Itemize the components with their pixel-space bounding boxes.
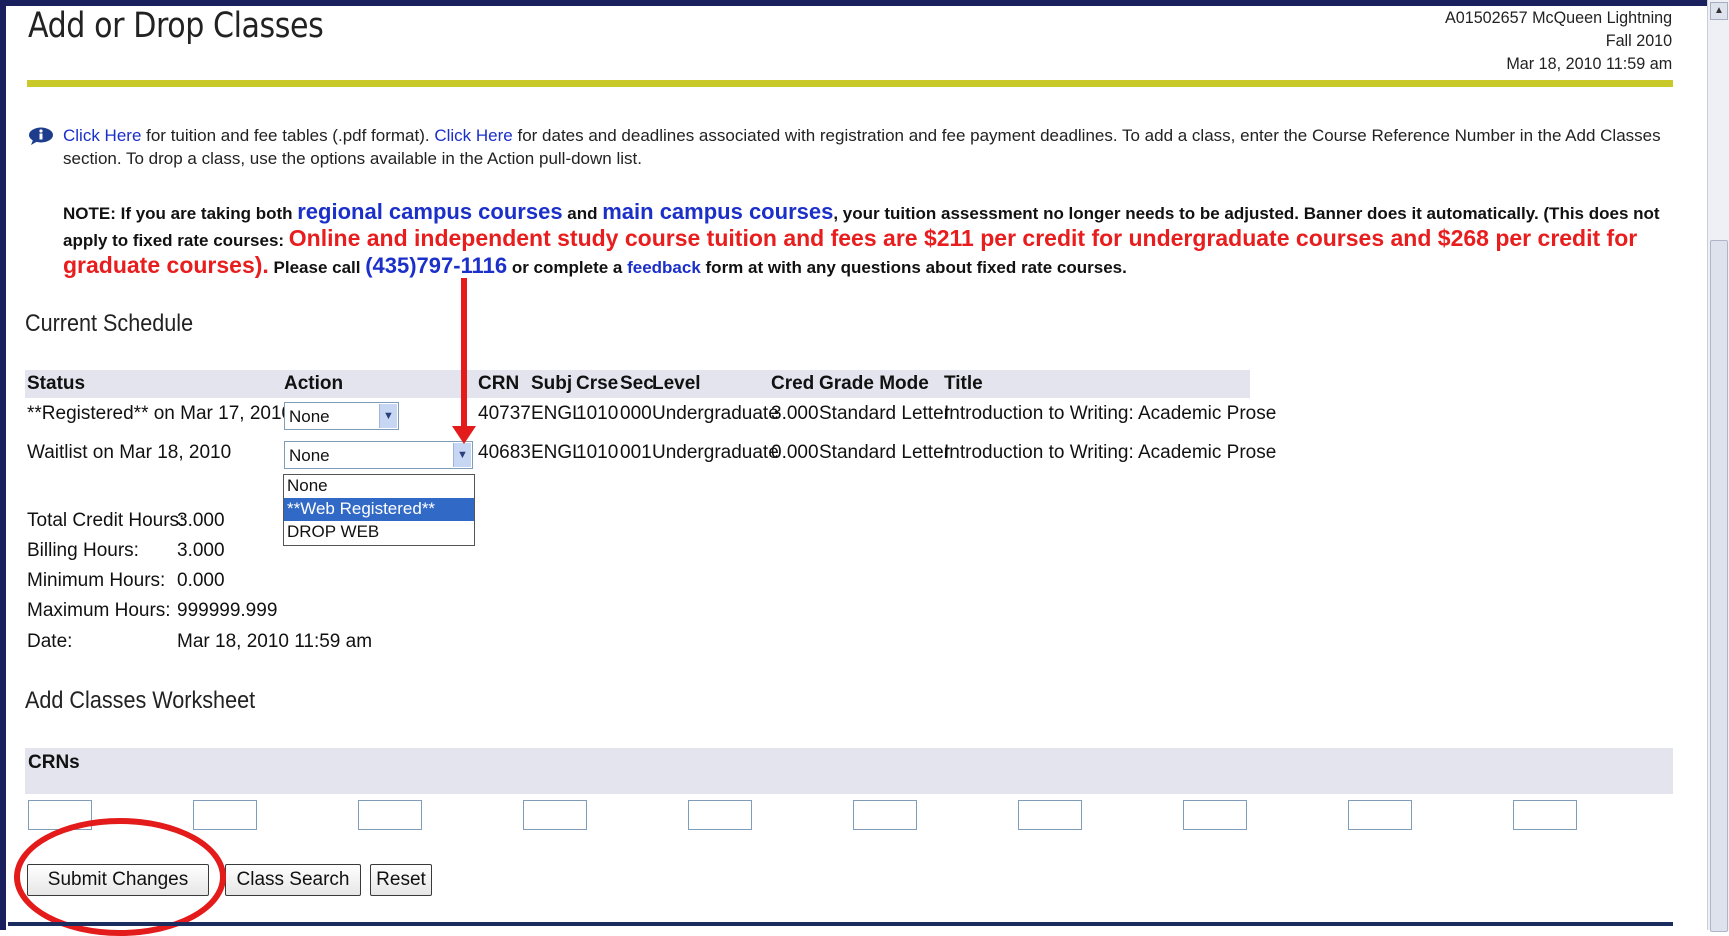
row1-status: **Registered** on Mar 17, 2010: [27, 403, 293, 424]
header-crse: Crse: [576, 373, 619, 394]
row1-crn: 40737: [478, 403, 531, 424]
scroll-up-arrow-icon[interactable]: ▲: [1710, 2, 1728, 20]
info-text-part1: for tuition and fee tables (.pdf format)…: [141, 126, 435, 145]
vertical-scrollbar[interactable]: ▲: [1707, 0, 1729, 932]
crn-input-2[interactable]: [193, 800, 257, 830]
header-level: Level: [652, 373, 701, 394]
title-divider: [27, 80, 1673, 87]
tuition-note: NOTE: If you are taking both regional ca…: [63, 200, 1673, 280]
header-crn: CRN: [478, 373, 520, 394]
row1-cred: 3.000: [771, 403, 819, 424]
dropdown-option-web-registered[interactable]: **Web Registered**: [284, 498, 474, 521]
row2-title: Introduction to Writing: Academic Prose: [944, 442, 1277, 463]
note-please: Please call: [268, 258, 366, 277]
row1-crse: 1010: [576, 403, 619, 424]
minimum-hours-label: Minimum Hours:: [27, 570, 166, 591]
reset-button[interactable]: Reset: [370, 864, 432, 896]
crns-header-row: [25, 748, 1673, 794]
info-icon: [29, 127, 53, 145]
row1-level: Undergraduate: [652, 403, 779, 424]
header-subj: Subj: [531, 373, 573, 394]
row1-sec: 000: [620, 403, 652, 424]
user-info: A01502657 McQueen Lightning Fall 2010 Ma…: [1445, 6, 1672, 75]
row1-title: Introduction to Writing: Academic Prose: [944, 403, 1277, 424]
student-id-name: A01502657 McQueen Lightning: [1444, 8, 1672, 27]
row2-cred: 0.000: [771, 442, 819, 463]
footer-divider: [8, 922, 1673, 926]
row2-status: Waitlist on Mar 18, 2010: [27, 442, 232, 463]
class-search-button[interactable]: Class Search: [225, 864, 361, 896]
row1-action-value: None: [289, 407, 330, 426]
scroll-thumb[interactable]: [1710, 240, 1728, 932]
annotation-arrow-shaft: [461, 278, 467, 430]
window-frame-left: [0, 0, 6, 930]
note-or: or complete a: [507, 258, 628, 277]
crn-input-7[interactable]: [1018, 800, 1082, 830]
minimum-hours-value: 0.000: [177, 570, 225, 591]
page-title: Add or Drop Classes: [28, 6, 324, 46]
chevron-down-icon[interactable]: ▼: [453, 443, 471, 467]
header-title: Title: [944, 373, 983, 394]
row2-action-select[interactable]: None ▼: [284, 441, 473, 469]
current-schedule-title: Current Schedule: [25, 310, 194, 337]
crn-input-5[interactable]: [688, 800, 752, 830]
note-suffix: form at with any questions about fixed r…: [700, 258, 1127, 277]
total-credit-hours-label: Total Credit Hours:: [27, 510, 185, 531]
date-value: Mar 18, 2010 11:59 am: [177, 631, 373, 652]
main-campus-courses-link[interactable]: main campus courses: [602, 199, 833, 224]
annotation-circle: [14, 818, 226, 936]
row2-grade-mode: Standard Letter: [819, 442, 950, 463]
crn-input-3[interactable]: [358, 800, 422, 830]
row1-action-select[interactable]: None ▼: [284, 402, 399, 430]
dates-deadlines-link[interactable]: Click Here: [434, 126, 512, 145]
crn-input-6[interactable]: [853, 800, 917, 830]
billing-hours-value: 3.000: [177, 540, 225, 561]
billing-hours-label: Billing Hours:: [27, 540, 139, 561]
current-datetime: Mar 18, 2010 11:59 am: [1506, 54, 1672, 73]
row2-action-value: None: [289, 446, 330, 465]
feedback-link[interactable]: feedback: [627, 258, 701, 277]
tuition-tables-link[interactable]: Click Here: [63, 126, 141, 145]
info-text: Click Here for tuition and fee tables (.…: [63, 124, 1673, 170]
date-label: Date:: [27, 631, 73, 652]
header-action: Action: [284, 373, 344, 394]
crn-input-4[interactable]: [523, 800, 587, 830]
header-grade-mode: Grade Mode: [819, 373, 929, 394]
crns-header-label: CRNs: [28, 752, 80, 773]
header-sec: Sec: [620, 373, 654, 394]
crn-input-8[interactable]: [1183, 800, 1247, 830]
action-dropdown-list[interactable]: None **Web Registered** DROP WEB: [283, 474, 475, 546]
add-classes-worksheet-title: Add Classes Worksheet: [25, 687, 256, 714]
row1-grade-mode: Standard Letter: [819, 403, 950, 424]
row1-subj: ENGL: [531, 403, 583, 424]
header-cred: Cred: [771, 373, 815, 394]
dropdown-option-none[interactable]: None: [284, 475, 474, 498]
total-credit-hours-value: 3.000: [177, 510, 225, 531]
crn-input-9[interactable]: [1348, 800, 1412, 830]
annotation-arrow-head-icon: [452, 426, 476, 444]
dropdown-option-drop-web[interactable]: DROP WEB: [284, 521, 474, 544]
crn-input-10[interactable]: [1513, 800, 1577, 830]
maximum-hours-label: Maximum Hours:: [27, 600, 171, 621]
row2-subj: ENGL: [531, 442, 583, 463]
row2-crn: 40683: [478, 442, 531, 463]
maximum-hours-value: 999999.999: [177, 600, 278, 621]
note-prefix: NOTE: If you are taking both: [63, 204, 298, 223]
regional-campus-courses-link[interactable]: regional campus courses: [297, 199, 562, 224]
row2-level: Undergraduate: [652, 442, 779, 463]
row2-sec: 001: [620, 442, 652, 463]
note-and: and: [562, 204, 603, 223]
phone-number: (435)797-1116: [365, 253, 508, 278]
chevron-down-icon[interactable]: ▼: [379, 404, 397, 428]
header-status: Status: [27, 373, 86, 394]
row2-crse: 1010: [576, 442, 619, 463]
term-label: Fall 2010: [1605, 31, 1672, 50]
